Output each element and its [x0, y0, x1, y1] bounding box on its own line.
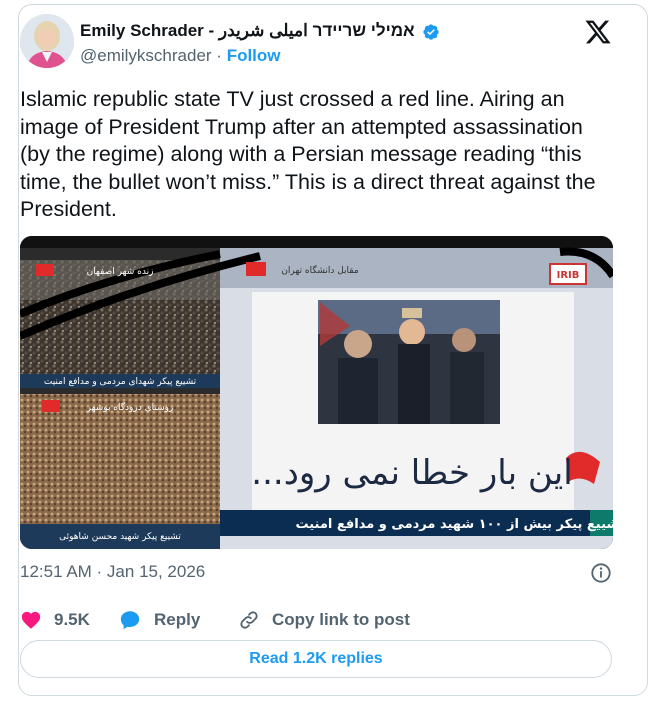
tweet-text: Islamic republic state TV just crossed a…: [20, 87, 596, 221]
copy-link-button[interactable]: Copy link to post: [238, 606, 410, 634]
reply-button[interactable]: Reply: [118, 606, 200, 634]
bottom-left-caption: تشییع پیکر شهید محسن شاهوئی: [59, 532, 181, 542]
top-left-location: زنده شهر اصفهان: [87, 267, 154, 277]
like-button[interactable]: 9.5K: [20, 606, 90, 634]
reply-icon: [120, 611, 140, 630]
handle-separator: ·: [211, 46, 227, 65]
banner-message: این بار خطا نمی رود...: [251, 453, 572, 493]
info-icon[interactable]: [590, 562, 612, 584]
handle-row: @emilykschrader · Follow: [80, 46, 281, 66]
author-handle[interactable]: @emilykschrader: [80, 46, 212, 65]
media-image: IRIB زنده شهر اصفهان روستای درودگاه بوشه…: [20, 236, 613, 549]
like-count: 9.5K: [54, 610, 90, 629]
copy-link-label: Copy link to post: [272, 610, 410, 629]
follow-button[interactable]: Follow: [227, 46, 281, 65]
avatar[interactable]: [20, 14, 74, 68]
verified-badge-icon: [423, 24, 439, 40]
tweet-media[interactable]: IRIB زنده شهر اصفهان روستای درودگاه بوشه…: [20, 236, 613, 549]
ticker-text: تشییع پیکر بیش از ۱۰۰ شهید مردمی و مدافع…: [295, 517, 613, 532]
channel-logo: IRIB: [557, 270, 580, 281]
avatar-photo: [20, 14, 74, 68]
author-display-name[interactable]: Emily Schrader - אמילי שריידר امیلی شرید…: [80, 21, 415, 41]
read-replies-label: Read 1.2K replies: [249, 650, 383, 667]
link-icon: [240, 611, 258, 629]
action-bar: 9.5K Reply Copy link to post: [20, 606, 610, 634]
heart-icon: [21, 611, 41, 629]
tweet-timestamp[interactable]: 12:51 AM · Jan 15, 2026: [20, 562, 205, 582]
x-logo-icon[interactable]: [584, 18, 612, 46]
reply-label: Reply: [154, 610, 201, 629]
top-left-caption: تشییع پیکر شهدای مردمی و مدافع امنیت: [44, 377, 197, 387]
center-location: مقابل دانشگاه تهران: [281, 264, 359, 276]
read-replies-button[interactable]: Read 1.2K replies: [20, 640, 612, 678]
bottom-left-location: روستای درودگاه بوشهر: [86, 401, 174, 413]
